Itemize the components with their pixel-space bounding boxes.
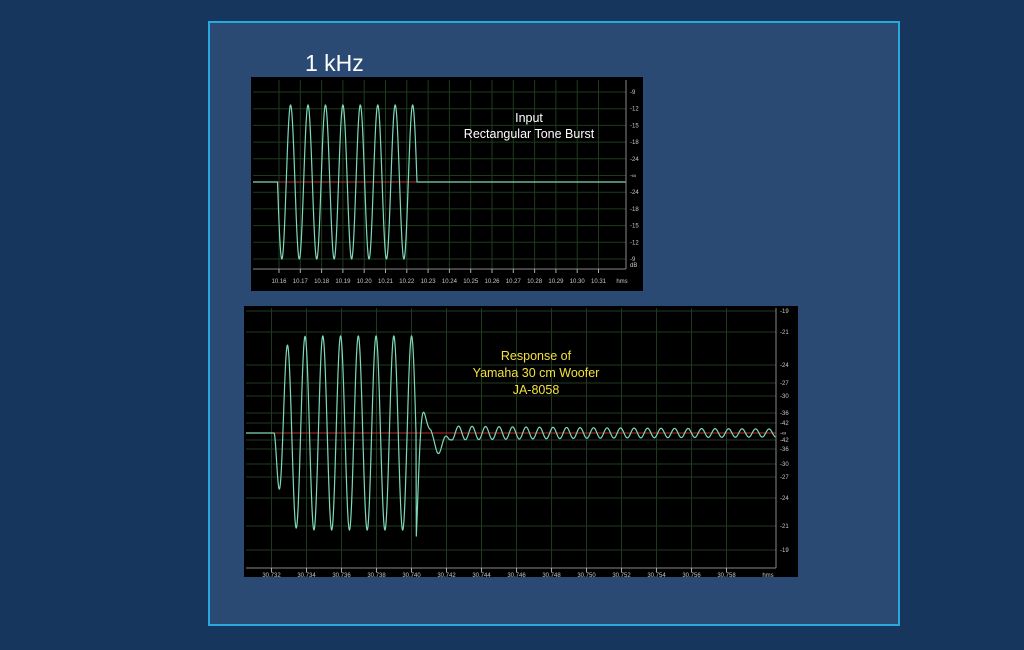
y-tick-label: -12	[630, 107, 639, 113]
y-tick-label: -19	[780, 309, 789, 315]
y-tick-label: -15	[630, 123, 639, 129]
x-tick-label: 10.16	[271, 279, 287, 285]
y-tick-label: -42	[780, 438, 789, 444]
x-tick-label: 10.26	[484, 279, 500, 285]
y-tick-label: -18	[630, 140, 639, 146]
x-tick-label: 30.744	[472, 573, 491, 577]
x-tick-label: 30.742	[437, 573, 456, 577]
x-tick-label: 30.736	[332, 573, 351, 577]
woofer-response-chart: 30.732 30.734 30.736 30.738 30.740 30.742 30.7…	[246, 308, 789, 579]
y-tick-label: -27	[780, 381, 789, 387]
x-tick-label: 10.17	[293, 279, 309, 285]
y-tick-label: -30	[780, 394, 789, 400]
x-tick-label: 10.27	[506, 279, 522, 285]
y-tick-label: -21	[780, 330, 789, 336]
y-tick-label: -21	[780, 524, 789, 530]
y-tick-label: -∞	[630, 174, 636, 180]
y-tick-label: -42	[780, 421, 789, 427]
x-tick-label: 10.21	[378, 279, 394, 285]
x-tick-label: 10.20	[357, 279, 373, 285]
y-tick-label: -36	[780, 411, 789, 417]
x-tick-label: 10.30	[570, 279, 586, 285]
x-tick-label: 30.758	[717, 573, 736, 577]
x-tick-label: 10.18	[314, 279, 330, 285]
x-tick-label: 30.746	[507, 573, 526, 577]
y-tick-label: -24	[630, 190, 639, 196]
input-burst-chart: 10.16 10.17 10.18 10.19 10.20 10.21 10.22 10.23…	[253, 80, 639, 285]
annotation-text: Yamaha 30 cm Woofer	[473, 366, 600, 380]
y-tick-label: -9	[630, 90, 636, 96]
x-tick-label: 30.740	[402, 573, 421, 577]
x-tick-label: 10.23	[421, 279, 437, 285]
x-tick-label: 10.22	[399, 279, 415, 285]
y-tick-label: -19	[780, 548, 789, 554]
x-axis-unit: hms	[616, 279, 627, 285]
x-tick-label: 30.750	[577, 573, 596, 577]
y-tick-label: -36	[780, 447, 789, 453]
x-tick-label: 10.24	[442, 279, 458, 285]
x-tick-label: 10.28	[527, 279, 543, 285]
x-tick-label: 30.752	[612, 573, 631, 577]
x-tick-label: 30.732	[262, 573, 281, 577]
x-tick-label: 10.29	[548, 279, 564, 285]
x-tick-label: 30.748	[542, 573, 561, 577]
x-tick-label: 30.754	[647, 573, 666, 577]
x-axis-unit: hms	[762, 573, 773, 577]
y-axis-unit: dB	[630, 263, 637, 269]
y-tick-label: -24	[780, 496, 789, 502]
x-tick-label: 30.756	[682, 573, 701, 577]
x-tick-label: 10.19	[335, 279, 351, 285]
y-tick-label: -24	[630, 157, 639, 163]
y-tick-label: -30	[780, 462, 789, 468]
annotation-text: Response of	[501, 349, 572, 363]
x-tick-label: 10.25	[463, 279, 479, 285]
annotation-text: Rectangular Tone Burst	[464, 127, 595, 141]
slide-title: 1 kHz	[305, 50, 364, 76]
woofer-response-panel: 30.732 30.734 30.736 30.738 30.740 30.742 30.7…	[244, 306, 798, 579]
x-tick-label: 10.31	[591, 279, 607, 285]
y-tick-label: -18	[630, 207, 639, 213]
y-tick-label: -15	[630, 224, 639, 230]
input-burst-panel: 10.16 10.17 10.18 10.19 10.20 10.21 10.22 10.23…	[251, 77, 643, 291]
y-tick-label: -∞	[780, 431, 786, 437]
y-tick-label: -12	[630, 240, 639, 246]
annotation-text: Input	[515, 111, 543, 125]
y-tick-label: -24	[780, 363, 789, 369]
x-tick-label: 30.734	[297, 573, 316, 577]
y-tick-label: -27	[780, 475, 789, 481]
x-tick-label: 30.738	[367, 573, 386, 577]
annotation-text: JA-8058	[513, 383, 560, 397]
